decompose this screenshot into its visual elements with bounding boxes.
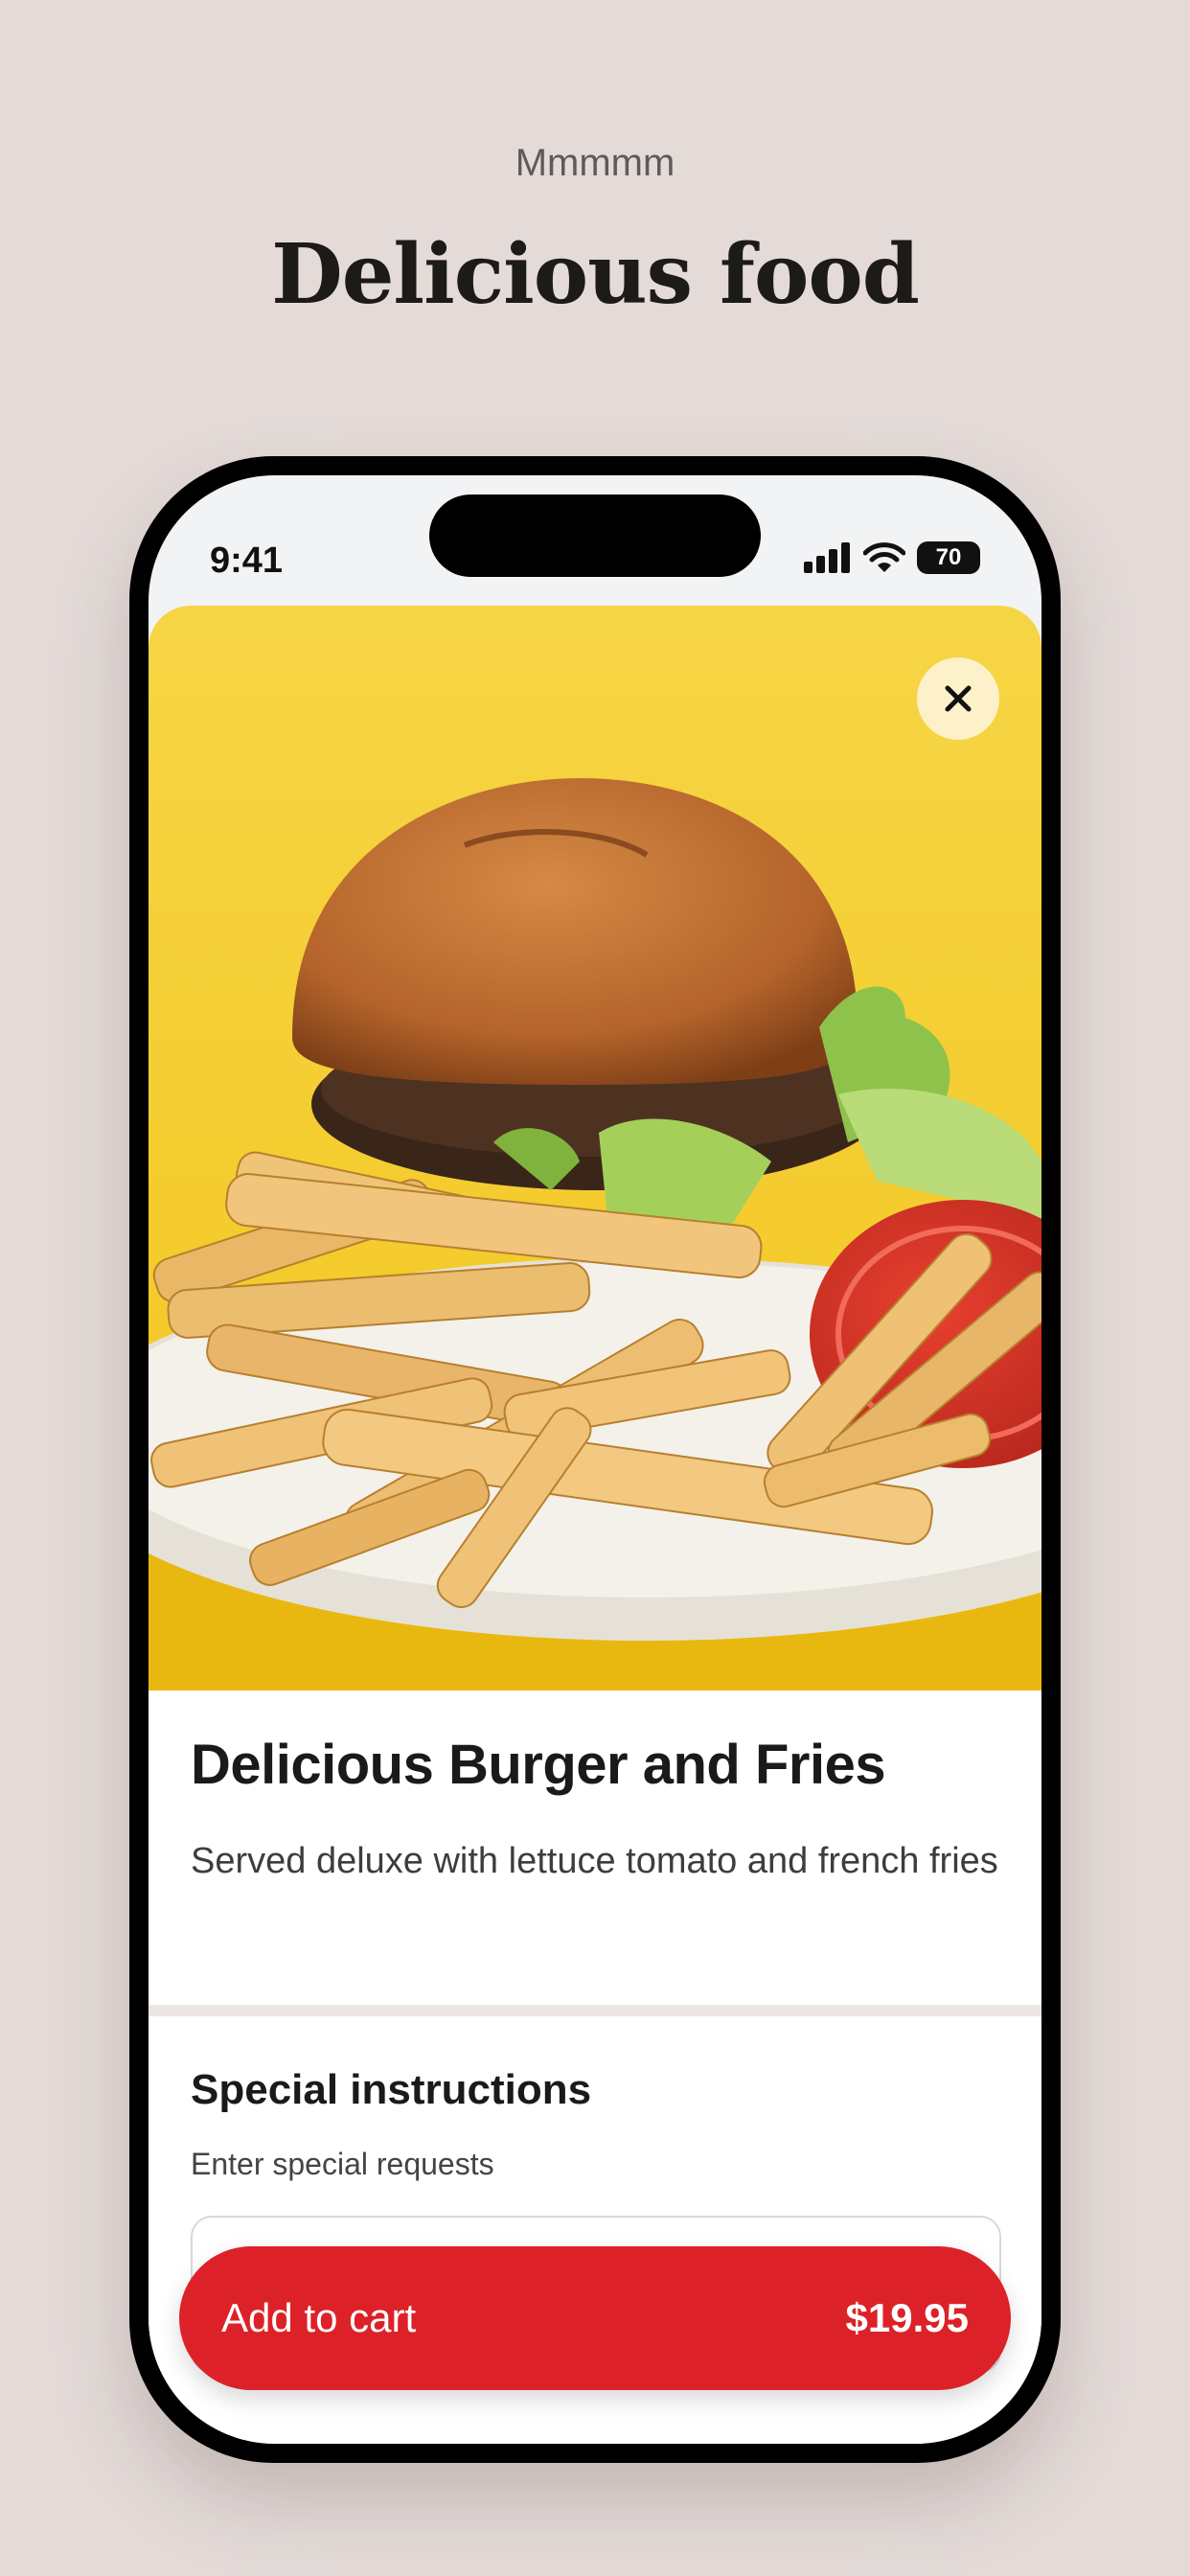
burger-fries-photo — [149, 606, 1041, 1690]
promo-headline: Delicious food — [271, 226, 920, 323]
battery-level: 70 — [935, 544, 962, 570]
wifi-icon — [863, 542, 905, 572]
promo-eyebrow: Mmmmm — [515, 142, 675, 184]
close-icon — [945, 685, 972, 712]
product-title: Delicious Burger and Fries — [191, 1734, 886, 1796]
signal-icon — [804, 542, 850, 573]
phone-frame: 9:41 70 Delicious Burger and Fries Serve… — [129, 456, 1061, 2463]
special-instructions-label: Enter special requests — [191, 2147, 494, 2181]
cart-price: $19.95 — [845, 2295, 969, 2340]
add-to-cart-button[interactable]: Add to cart $19.95 — [179, 2246, 1011, 2390]
phone-screen: 9:41 70 Delicious Burger and Fries Serve… — [149, 475, 1041, 2444]
section-divider — [149, 2005, 1041, 2016]
add-to-cart-label: Add to cart — [221, 2295, 417, 2340]
special-instructions-title: Special instructions — [191, 2066, 592, 2113]
product-description: Served deluxe with lettuce tomato and fr… — [191, 1841, 998, 1881]
dynamic-island — [429, 494, 761, 577]
status-icons: 70 — [804, 529, 980, 586]
battery-icon: 70 — [917, 541, 980, 574]
close-button[interactable] — [917, 657, 999, 740]
status-time: 9:41 — [210, 540, 284, 581]
product-sheet: Delicious Burger and Fries Served deluxe… — [149, 606, 1041, 2444]
